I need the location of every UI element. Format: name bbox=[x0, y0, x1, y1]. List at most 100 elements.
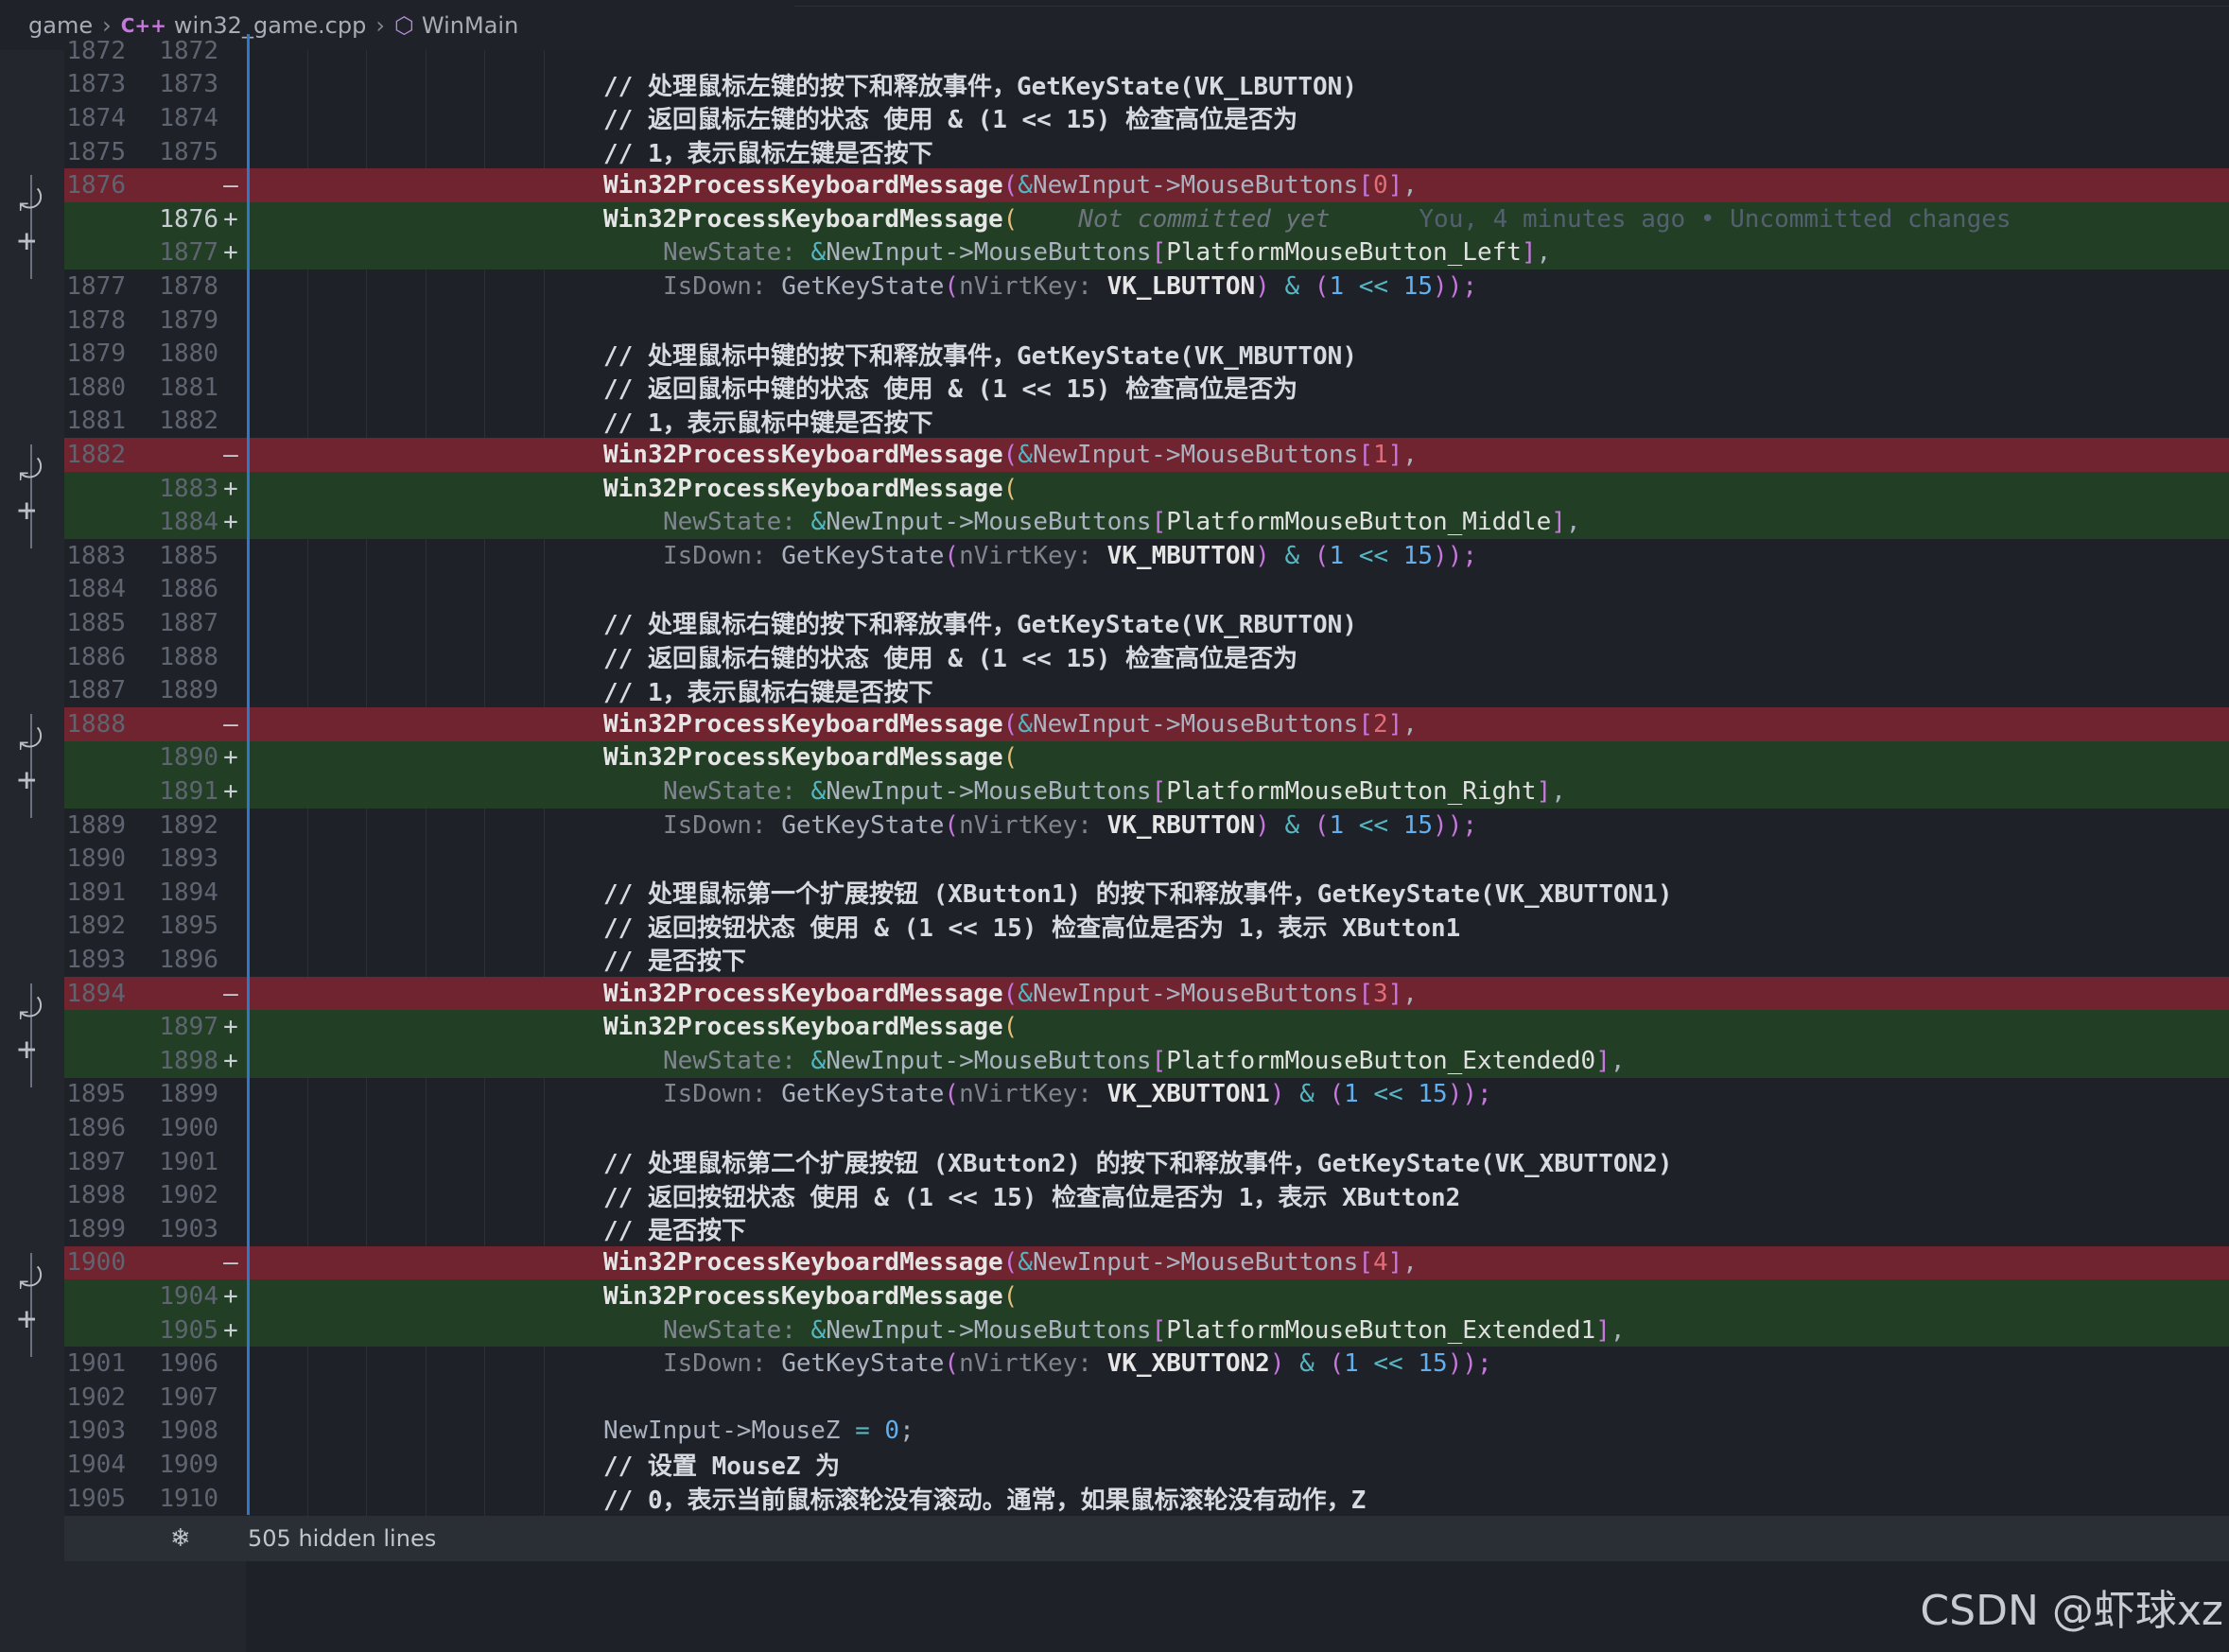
code-line[interactable]: 1891 + NewState: &NewInput->MouseButtons[P… bbox=[64, 774, 2229, 809]
hidden-lines-label: 505 hidden lines bbox=[248, 1525, 437, 1552]
new-line-number: 1900 bbox=[159, 1113, 218, 1142]
revert-change-icon[interactable]: ⤾ bbox=[19, 993, 43, 1026]
code-line[interactable]: 1883 1885 IsDown: GetKeyState(nVirtKey: VK… bbox=[64, 539, 2229, 573]
unfold-icon[interactable]: ❄ bbox=[170, 1524, 191, 1553]
code-line[interactable]: 1884 + NewState: &NewInput->MouseButtons[P… bbox=[64, 505, 2229, 539]
diff-editor[interactable]: 1872 1872 1873 1873 // 处理鼠标左键的按下和释放事件，GetKey… bbox=[64, 34, 2229, 1516]
old-line-number: 1901 bbox=[66, 1349, 126, 1379]
code-text: IsDown: GetKeyState(nVirtKey: VK_XBUTTON… bbox=[663, 1080, 1492, 1109]
code-line[interactable]: 1889 1892 IsDown: GetKeyState(nVirtKey: VK… bbox=[64, 808, 2229, 843]
code-line[interactable]: 1876 — Win32ProcessKeyboardMessage(&NewInp… bbox=[64, 168, 2229, 202]
blame-indicator bbox=[247, 1212, 250, 1246]
code-text: Win32ProcessKeyboardMessage( bbox=[603, 1281, 1019, 1311]
code-line[interactable]: 1875 1875 // 1，表示鼠标左键是否按下 bbox=[64, 134, 2229, 169]
code-line[interactable]: 1903 1908 NewInput->MouseZ = 0; bbox=[64, 1414, 2229, 1449]
code-line[interactable]: 1900 — Win32ProcessKeyboardMessage(&NewInp… bbox=[64, 1245, 2229, 1280]
stage-change-icon[interactable]: + bbox=[17, 1031, 36, 1069]
code-line[interactable]: 1901 1906 IsDown: GetKeyState(nVirtKey: VK… bbox=[64, 1347, 2229, 1381]
code-line[interactable]: 1890 1893 bbox=[64, 842, 2229, 876]
code-line[interactable]: 1905 1910 // 0，表示当前鼠标滚轮没有滚动。通常，如果鼠标滚轮没有动作，… bbox=[64, 1481, 2229, 1516]
blame-indicator bbox=[247, 639, 250, 674]
code-line[interactable]: 1902 1907 bbox=[64, 1381, 2229, 1415]
new-line-number: 1877 bbox=[159, 238, 218, 268]
revert-change-icon[interactable]: ⤾ bbox=[19, 723, 43, 756]
old-line-number: 1880 bbox=[66, 373, 126, 402]
code-line[interactable]: 1897 1901 // 处理鼠标第二个扩展按钮 (XButton2) 的按下和释放… bbox=[64, 1144, 2229, 1179]
code-line[interactable]: 1904 + Win32ProcessKeyboardMessage( bbox=[64, 1279, 2229, 1313]
code-line[interactable]: 1891 1894 // 处理鼠标第一个扩展按钮 (XButton1) 的按下和释放… bbox=[64, 876, 2229, 910]
stage-change-icon[interactable]: + bbox=[17, 222, 36, 260]
removed-line-sign: — bbox=[223, 1248, 238, 1278]
code-line[interactable]: 1881 1882 // 1，表示鼠标中键是否按下 bbox=[64, 404, 2229, 439]
old-line-number: 1896 bbox=[66, 1113, 126, 1142]
code-comment: // 返回鼠标右键的状态 使用 & (1 << 15) 检查高位是否为 bbox=[603, 645, 1298, 674]
new-line-number: 1888 bbox=[159, 642, 218, 671]
code-line[interactable]: 1898 + NewState: &NewInput->MouseButtons[P… bbox=[64, 1044, 2229, 1078]
code-line[interactable]: 1882 — Win32ProcessKeyboardMessage(&NewInp… bbox=[64, 438, 2229, 472]
blame-indicator bbox=[247, 202, 250, 236]
code-line[interactable]: 1884 1886 bbox=[64, 572, 2229, 607]
code-line[interactable]: 1892 1895 // 返回按钮状态 使用 & (1 << 15) 检查高位是否为… bbox=[64, 909, 2229, 944]
code-comment: // 1，表示鼠标左键是否按下 bbox=[603, 140, 933, 169]
old-line-number: 1885 bbox=[66, 608, 126, 637]
code-line[interactable]: 1897 + Win32ProcessKeyboardMessage( bbox=[64, 1010, 2229, 1044]
code-line[interactable]: 1894 — Win32ProcessKeyboardMessage(&NewInp… bbox=[64, 976, 2229, 1011]
stage-change-icon[interactable]: + bbox=[17, 1300, 36, 1338]
added-line-sign: + bbox=[223, 1013, 238, 1042]
new-line-number: 1881 bbox=[159, 373, 218, 402]
code-line[interactable]: 1895 1899 IsDown: GetKeyState(nVirtKey: VK… bbox=[64, 1077, 2229, 1112]
hunk-actions: ⤾ + bbox=[13, 1253, 51, 1357]
new-line-number: 1879 bbox=[159, 305, 218, 335]
code-line[interactable]: 1893 1896 // 是否按下 bbox=[64, 943, 2229, 977]
new-line-number: 1889 bbox=[159, 676, 218, 705]
old-line-number: 1877 bbox=[66, 271, 126, 301]
code-line[interactable]: 1877 1878 IsDown: GetKeyState(nVirtKey: VK… bbox=[64, 270, 2229, 304]
new-line-number: 1876 bbox=[159, 204, 218, 234]
old-line-number: 1874 bbox=[66, 103, 126, 132]
code-line[interactable]: 1887 1889 // 1，表示鼠标右键是否按下 bbox=[64, 673, 2229, 707]
removed-line-sign: — bbox=[223, 171, 238, 200]
blame-indicator bbox=[247, 943, 250, 977]
new-line-number: 1907 bbox=[159, 1382, 218, 1412]
code-line[interactable]: 1883 + Win32ProcessKeyboardMessage( bbox=[64, 471, 2229, 506]
new-line-number: 1896 bbox=[159, 945, 218, 974]
code-line[interactable]: 1874 1874 // 返回鼠标左键的状态 使用 & (1 << 15) 检查高位… bbox=[64, 101, 2229, 135]
old-line-number: 1878 bbox=[66, 305, 126, 335]
code-line[interactable]: 1890 + Win32ProcessKeyboardMessage( bbox=[64, 740, 2229, 775]
code-line[interactable]: 1888 — Win32ProcessKeyboardMessage(&NewInp… bbox=[64, 707, 2229, 741]
new-line-number: 1908 bbox=[159, 1417, 218, 1446]
hidden-lines-bar[interactable]: ❄ 505 hidden lines bbox=[64, 1516, 2229, 1561]
code-line[interactable]: 1896 1900 bbox=[64, 1111, 2229, 1145]
code-line[interactable]: 1899 1903 // 是否按下 bbox=[64, 1212, 2229, 1246]
blame-indicator bbox=[247, 539, 250, 573]
code-comment: // 返回按钮状态 使用 & (1 << 15) 检查高位是否为 1，表示 XB… bbox=[603, 913, 1461, 943]
code-line[interactable]: 1872 1872 bbox=[64, 34, 2229, 68]
revert-change-icon[interactable]: ⤾ bbox=[19, 454, 43, 487]
code-line[interactable]: 1876 + Win32ProcessKeyboardMessage(Not com… bbox=[64, 202, 2229, 236]
code-line[interactable]: 1873 1873 // 处理鼠标左键的按下和释放事件，GetKeyState(VK… bbox=[64, 67, 2229, 102]
code-line[interactable]: 1878 1879 bbox=[64, 303, 2229, 338]
revert-change-icon[interactable]: ⤾ bbox=[19, 184, 43, 217]
code-line[interactable]: 1898 1902 // 返回按钮状态 使用 & (1 << 15) 检查高位是否为… bbox=[64, 1178, 2229, 1212]
old-line-number: 1887 bbox=[66, 676, 126, 705]
old-line-number: 1895 bbox=[66, 1080, 126, 1109]
code-line[interactable]: 1880 1881 // 返回鼠标中键的状态 使用 & (1 << 15) 检查高位… bbox=[64, 371, 2229, 405]
blame-indicator bbox=[247, 808, 250, 843]
added-line-sign: + bbox=[223, 1315, 238, 1345]
code-line[interactable]: 1879 1880 // 处理鼠标中键的按下和释放事件，GetKeyState(VK… bbox=[64, 337, 2229, 371]
new-line-number: 1890 bbox=[159, 743, 218, 773]
blame-indicator bbox=[247, 67, 250, 102]
code-line[interactable]: 1905 + NewState: &NewInput->MouseButtons[P… bbox=[64, 1313, 2229, 1348]
code-line[interactable]: 1886 1888 // 返回鼠标右键的状态 使用 & (1 << 15) 检查高位… bbox=[64, 639, 2229, 674]
code-text: NewState: &NewInput->MouseButtons[Platfo… bbox=[663, 508, 1581, 537]
code-line[interactable]: 1877 + NewState: &NewInput->MouseButtons[P… bbox=[64, 235, 2229, 270]
blame-indicator bbox=[247, 438, 250, 472]
code-text: IsDown: GetKeyState(nVirtKey: VK_RBUTTON… bbox=[663, 810, 1478, 840]
revert-change-icon[interactable]: ⤾ bbox=[19, 1262, 43, 1296]
code-line[interactable]: 1885 1887 // 处理鼠标右键的按下和释放事件，GetKeyState(VK… bbox=[64, 606, 2229, 640]
stage-change-icon[interactable]: + bbox=[17, 492, 36, 530]
code-line[interactable]: 1904 1909 // 设置 MouseZ 为 bbox=[64, 1448, 2229, 1482]
old-line-number: 1888 bbox=[66, 709, 126, 739]
new-line-number: 1909 bbox=[159, 1450, 218, 1479]
stage-change-icon[interactable]: + bbox=[17, 761, 36, 799]
